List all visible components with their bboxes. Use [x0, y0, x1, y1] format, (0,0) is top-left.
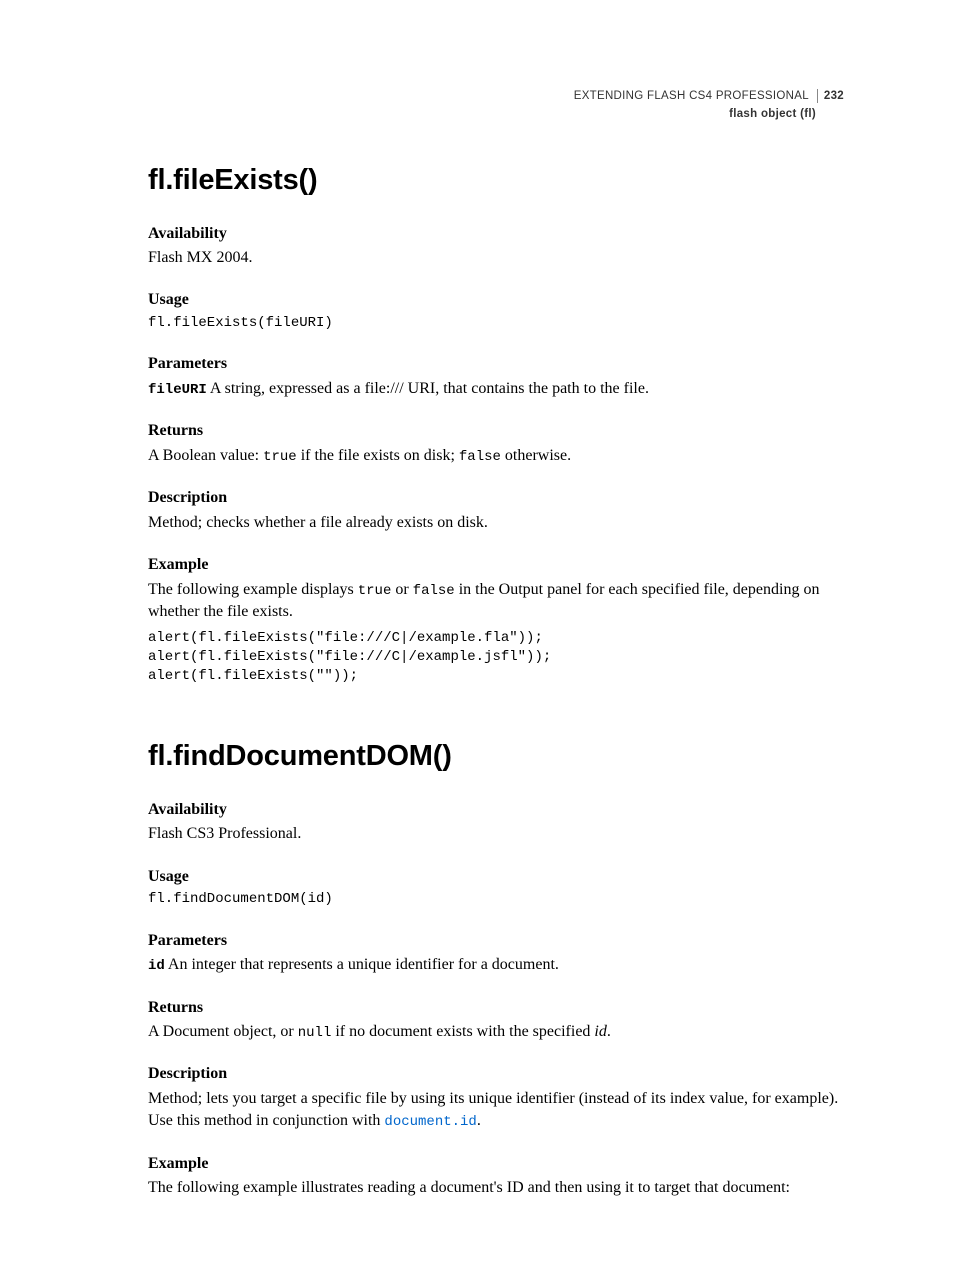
returns-label-2: Returns: [148, 997, 844, 1019]
returns-pre: A Boolean value:: [148, 447, 263, 464]
book-title: EXTENDING FLASH CS4 PROFESSIONAL: [574, 88, 815, 104]
example-intro-code-true: true: [358, 583, 392, 599]
returns-post: otherwise.: [501, 447, 571, 464]
usage-code-2: fl.findDocumentDOM(id): [148, 890, 844, 910]
description-label: Description: [148, 487, 844, 509]
availability-label: Availability: [148, 223, 844, 245]
usage-label: Usage: [148, 289, 844, 311]
example-intro: The following example displays true or f…: [148, 579, 844, 624]
returns-pre-2: A Document object, or: [148, 1023, 298, 1040]
availability-text-2: Flash CS3 Professional.: [148, 823, 844, 845]
method-title-finddocumentdom: fl.findDocumentDOM(): [148, 736, 844, 777]
parameter-row: fileURI A string, expressed as a file://…: [148, 378, 844, 401]
running-header: EXTENDING FLASH CS4 PROFESSIONAL 232 fla…: [574, 88, 844, 122]
parameters-label-2: Parameters: [148, 930, 844, 952]
returns-label: Returns: [148, 420, 844, 442]
example-intro-2: The following example illustrates readin…: [148, 1177, 844, 1199]
example-label: Example: [148, 554, 844, 576]
returns-text: A Boolean value: true if the file exists…: [148, 445, 844, 468]
description-post-2: .: [477, 1112, 481, 1129]
example-label-2: Example: [148, 1153, 844, 1175]
returns-mid: if the file exists on disk;: [297, 447, 459, 464]
link-document-id[interactable]: document.id: [384, 1114, 476, 1130]
example-intro-mid: or: [391, 581, 412, 598]
returns-post-2: .: [607, 1023, 611, 1040]
header-line-1: EXTENDING FLASH CS4 PROFESSIONAL 232: [574, 88, 844, 104]
parameter-row-2: id An integer that represents a unique i…: [148, 954, 844, 977]
returns-mid-2: if no document exists with the specified: [331, 1023, 594, 1040]
param-desc: A string, expressed as a file:/// URI, t…: [207, 380, 649, 397]
returns-code-false: false: [459, 449, 501, 465]
param-name-id: id: [148, 958, 165, 974]
example-intro-pre: The following example displays: [148, 581, 358, 598]
description-pre-2: Method; lets you target a specific file …: [148, 1090, 838, 1129]
page-container: EXTENDING FLASH CS4 PROFESSIONAL 232 fla…: [0, 0, 954, 1262]
param-name-fileuri: fileURI: [148, 382, 207, 398]
returns-code-null: null: [298, 1025, 332, 1041]
usage-label-2: Usage: [148, 866, 844, 888]
example-intro-code-false: false: [413, 583, 455, 599]
returns-code-true: true: [263, 449, 297, 465]
availability-text: Flash MX 2004.: [148, 247, 844, 269]
parameters-label: Parameters: [148, 353, 844, 375]
description-text: Method; checks whether a file already ex…: [148, 512, 844, 534]
returns-text-2: A Document object, or null if no documen…: [148, 1021, 844, 1044]
usage-code: fl.fileExists(fileURI): [148, 314, 844, 334]
page-number: 232: [822, 88, 844, 104]
param-desc-2: An integer that represents a unique iden…: [165, 956, 559, 973]
chapter-title: flash object (fl): [574, 106, 844, 122]
returns-ital-id: id: [594, 1023, 606, 1040]
method-title-fileexists: fl.fileExists(): [148, 160, 844, 201]
example-code-block: alert(fl.fileExists("file:///C|/example.…: [148, 629, 844, 686]
description-text-2: Method; lets you target a specific file …: [148, 1088, 844, 1133]
header-divider: [817, 89, 818, 103]
description-label-2: Description: [148, 1063, 844, 1085]
availability-label-2: Availability: [148, 799, 844, 821]
